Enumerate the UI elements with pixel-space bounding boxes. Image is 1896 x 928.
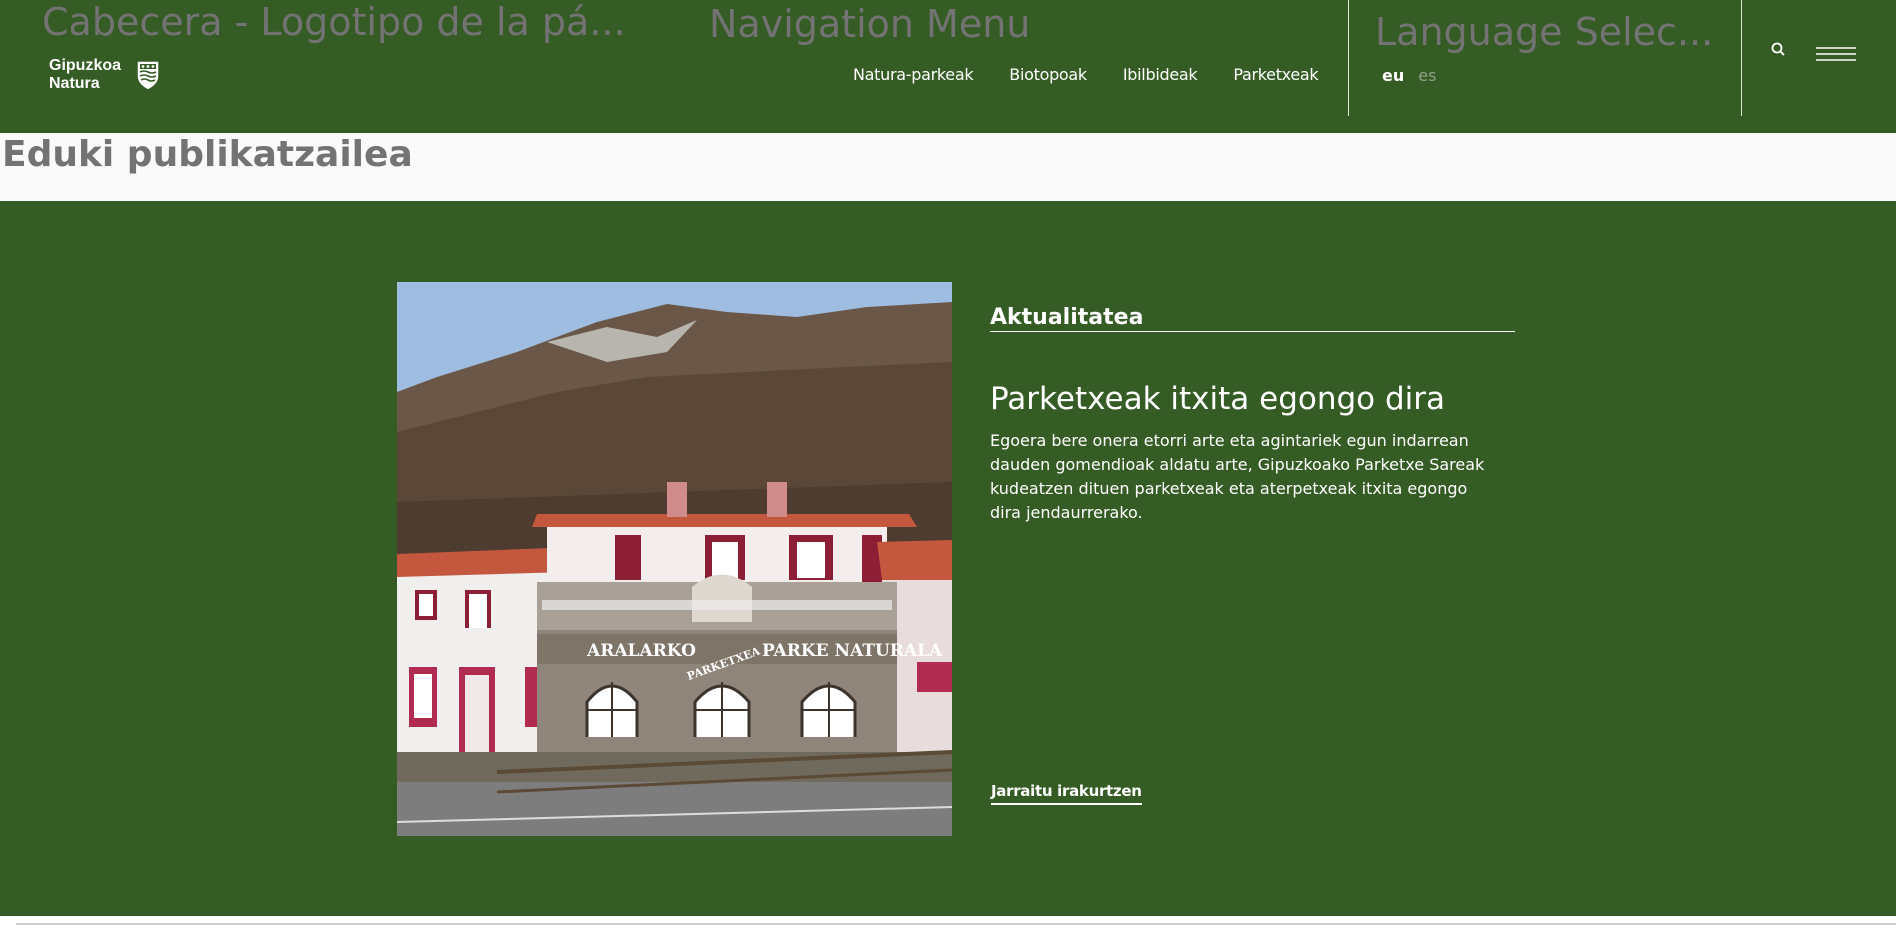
article-photo: ARALARKO PARKE NATURALA PARKETXEA [397,282,952,836]
logo-portlet-title: Cabecera - Logotipo de la pá... [42,0,626,44]
article-title[interactable]: Parketxeak itxita egongo dira [990,381,1445,417]
article-summary: Egoera bere onera etorri arte eta aginta… [990,431,1485,522]
header-divider-left [1348,0,1349,116]
featured-article-section: ARALARKO PARKE NATURALA PARKETXEA Aktual… [0,201,1896,916]
header-divider-right [1741,0,1742,116]
site-logo[interactable]: Gipuzkoa Natura [49,57,161,93]
nav-portlet-title: Navigation Menu [709,2,1031,46]
article-category: Aktualitatea [990,305,1515,332]
site-header: Cabecera - Logotipo de la pá... Navigati… [0,0,1896,133]
nav-item-parketxeak[interactable]: Parketxeak [1233,65,1318,84]
logo-text: Gipuzkoa Natura [49,57,121,93]
page-title-bar: Eduki publikatzailea [0,133,1896,201]
language-selector: eu es [1382,66,1436,85]
article-image[interactable]: ARALARKO PARKE NATURALA PARKETXEA [397,282,952,836]
sign-text-right: PARKE NATURALA [762,641,943,661]
language-portlet-title: Language Selec... [1375,10,1714,54]
language-option-eu[interactable]: eu [1382,66,1404,85]
read-more-link[interactable]: Jarraitu irakurtzen [991,782,1142,805]
coat-of-arms-shield-icon [136,60,160,91]
hamburger-menu-icon[interactable] [1815,45,1857,63]
nav-item-natura-parkeak[interactable]: Natura-parkeak [853,65,974,84]
page-title: Eduki publikatzailea [2,134,413,175]
footer-divider [16,923,1896,925]
logo-line-2: Natura [49,75,100,92]
search-icon[interactable] [1769,40,1789,60]
nav-item-ibilbideak[interactable]: Ibilbideak [1123,65,1198,84]
nav-item-biotopoak[interactable]: Biotopoak [1009,65,1087,84]
language-option-es[interactable]: es [1418,66,1436,85]
main-navigation: Natura-parkeak Biotopoak Ibilbideak Park… [853,65,1319,84]
logo-line-1: Gipuzkoa [49,57,122,74]
sign-text-left: ARALARKO [586,641,696,661]
